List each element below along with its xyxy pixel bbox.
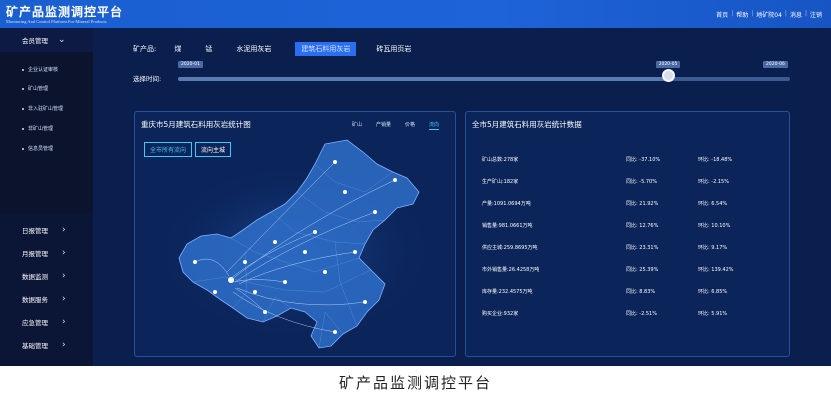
sidebar-subitem-label: 矿山管理: [28, 86, 49, 92]
filter-option-manganese[interactable]: 锰: [205, 44, 212, 54]
stat-yoy: 同比: 23.31%: [626, 245, 659, 251]
chevron-right-icon: ›: [62, 247, 66, 258]
app-subtitle: Monitoring And Control Platform For Mine…: [6, 19, 107, 24]
stat-yoy: 同比: 25.39%: [626, 267, 659, 273]
app-frame: 矿产品监测调控平台 Monitoring And Control Platfor…: [0, 0, 831, 366]
stat-label: 购买企业:932家: [482, 311, 519, 317]
stat-mom: 环比: 6.54%: [698, 201, 728, 207]
top-link-messages[interactable]: 消息: [787, 10, 805, 19]
brand: 矿产品监测调控平台 Monitoring And Control Platfor…: [6, 3, 123, 24]
sidebar-subitem-nonresident-mine[interactable]: 非入驻矿山管理: [22, 105, 63, 112]
sidebar-subitem-company-review[interactable]: 企业认证审核: [22, 66, 58, 73]
chevron-right-icon: ›: [62, 316, 66, 327]
sidebar-submenu: 企业认证审核 矿山管理 非入驻矿山管理 非矿山管理 信息员管理: [0, 52, 93, 214]
sidebar-item-data-service[interactable]: 数据服务 ›: [0, 287, 93, 310]
sidebar-subitem-label: 信息员管理: [28, 146, 54, 152]
stat-label: 供应主城:259.8695万吨: [482, 245, 538, 251]
sidebar-item-data-monitoring[interactable]: 数据监测 ›: [0, 264, 93, 287]
top-link-help[interactable]: 帮助: [733, 10, 751, 19]
chevron-right-icon: ›: [62, 224, 66, 235]
stat-label: 销售量:981.0661万吨: [482, 223, 533, 229]
stat-yoy: 同比: -2.51%: [626, 311, 657, 317]
time-end-badge: 2020-06: [763, 61, 788, 68]
chevron-right-icon: ›: [62, 270, 66, 281]
sidebar-item-label: 日报管理: [22, 226, 48, 235]
sidebar-head-member[interactable]: 会员管理 ⌄: [0, 28, 93, 52]
chevron-down-icon: ⌄: [58, 35, 66, 45]
top-links: 首页 | 帮助 | 地矿院04 | 消息 | 注销: [713, 10, 825, 19]
sidebar-item-daily-report[interactable]: 日报管理 ›: [0, 218, 93, 241]
sidebar-item-basic[interactable]: 基础管理 ›: [0, 333, 93, 356]
bullet-icon: [22, 147, 24, 150]
chevron-right-icon: ›: [62, 293, 66, 304]
bullet-icon: [22, 107, 24, 110]
sidebar-subitem-informant[interactable]: 信息员管理: [22, 145, 53, 152]
time-slider-track[interactable]: [178, 77, 790, 81]
sidebar-subitem-label: 企业认证审核: [28, 67, 59, 73]
sidebar-subitem-non-mine[interactable]: 非矿山管理: [22, 125, 53, 132]
top-bar: 矿产品监测调控平台 Monitoring And Control Platfor…: [0, 0, 831, 28]
time-start-badge: 2020-01: [178, 61, 203, 68]
sidebar-item-label: 数据监测: [22, 272, 48, 281]
sidebar-item-label: 应急管理: [22, 318, 48, 327]
sidebar-subitem-label: 非入驻矿山管理: [28, 106, 64, 112]
filter-label: 矿产品:: [133, 45, 157, 53]
sidebar-item-label: 数据服务: [22, 295, 48, 304]
sidebar-head-label: 会员管理: [22, 37, 48, 45]
stat-label: 矿山总数:278家: [482, 157, 519, 163]
stat-label: 市外销售量:26.4258万吨: [482, 267, 540, 273]
filter-option-building-limestone[interactable]: 建筑石料用灰岩: [295, 42, 357, 56]
flow-map[interactable]: [135, 112, 457, 358]
sidebar-item-label: 基础管理: [22, 341, 48, 350]
stat-mom: 环比: -2.15%: [698, 179, 729, 185]
chevron-right-icon: ›: [62, 339, 66, 350]
time-current-badge: 2020-05: [655, 61, 681, 68]
time-slider-fill: [178, 77, 668, 81]
stat-yoy: 同比: 8.83%: [626, 289, 656, 295]
sidebar-item-monthly-report[interactable]: 月报管理 ›: [0, 241, 93, 264]
stat-yoy: 同比: -5.70%: [626, 179, 657, 185]
stat-mom: 环比: 10.10%: [698, 223, 731, 229]
sidebar-subitem-mine[interactable]: 矿山管理: [22, 85, 48, 92]
bullet-icon: [22, 68, 24, 71]
filter-option-shale[interactable]: 砖瓦用页岩: [376, 44, 411, 54]
top-link-home[interactable]: 首页: [713, 10, 731, 19]
stat-mom: 环比: 9.17%: [698, 245, 728, 251]
figure-caption: 矿产品监测调控平台: [338, 374, 492, 392]
stat-yoy: 同比: 21.92%: [626, 201, 659, 207]
sidebar-item-label: 月报管理: [22, 249, 48, 258]
mineral-filter: 矿产品: 煤 锰 水泥用灰岩 建筑石料用灰岩 砖瓦用页岩: [133, 42, 435, 56]
bullet-icon: [22, 127, 24, 130]
filter-option-coal[interactable]: 煤: [174, 44, 181, 54]
stat-mom: 环比: -18.48%: [698, 157, 733, 163]
stat-yoy: 同比: -37.10%: [626, 157, 661, 163]
stat-label: 生产矿山:182家: [482, 179, 519, 185]
stats-panel-title: 全市5月建筑石料用灰岩统计数据: [472, 120, 582, 129]
stat-mom: 环比: 6.85%: [698, 289, 728, 295]
filter-option-cement-limestone[interactable]: 水泥用灰岩: [236, 44, 271, 54]
bullet-icon: [22, 87, 24, 90]
map-panel: 重庆市5月建筑石料用灰岩统计图 矿山 产销量 价格 流向 全市所有流向 流向主城: [134, 111, 456, 357]
top-link-user[interactable]: 地矿院04: [753, 10, 785, 19]
top-link-logout[interactable]: 注销: [807, 10, 825, 19]
sidebar-subitem-label: 非矿山管理: [28, 126, 54, 132]
sidebar: 会员管理 ⌄ 企业认证审核 矿山管理 非入驻矿山管理 非矿山管理 信息员管理 日…: [0, 28, 93, 366]
stat-mom: 环比: 5.91%: [698, 311, 728, 317]
stat-yoy: 同比: 12.76%: [626, 223, 659, 229]
stat-mom: 环比: 139.42%: [698, 267, 734, 273]
stat-label: 库存量:232.4575万吨: [482, 289, 533, 295]
stat-label: 产量:1091.0694万吨: [482, 201, 531, 207]
sidebar-item-emergency[interactable]: 应急管理 ›: [0, 310, 93, 333]
stats-panel: 全市5月建筑石料用灰岩统计数据 矿山总数:278家 同比: -37.10% 环比: …: [465, 111, 790, 357]
time-label: 选择时间:: [133, 75, 162, 83]
app-title: 矿产品监测调控平台: [6, 5, 124, 19]
time-slider-handle[interactable]: [661, 69, 675, 82]
